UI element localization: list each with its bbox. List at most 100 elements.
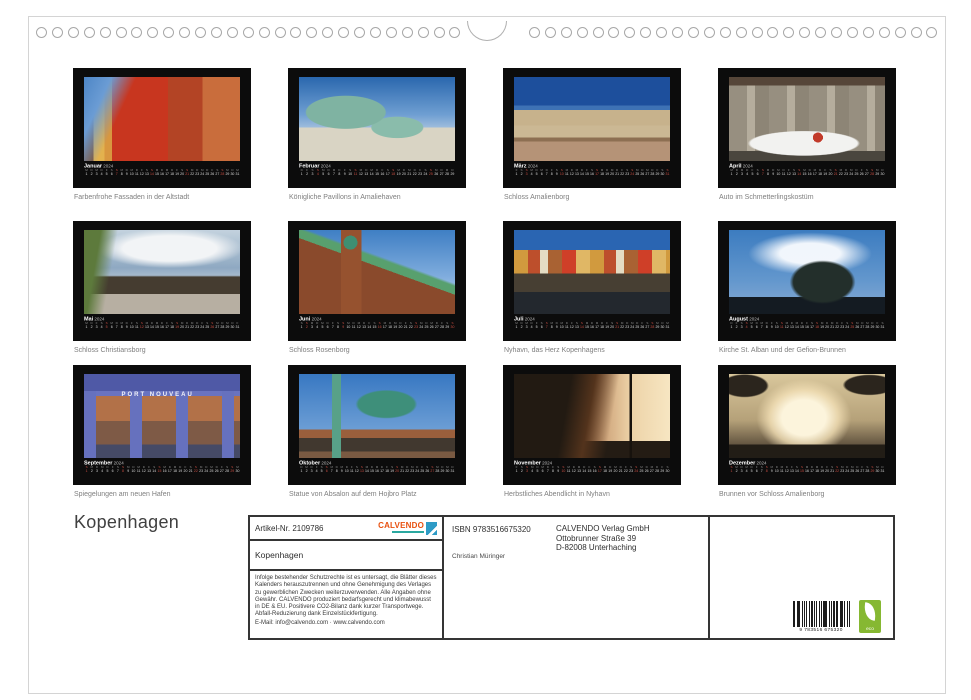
binding-ring [211, 27, 222, 38]
binding-ring [640, 27, 651, 38]
binding-ring [84, 27, 95, 38]
calendar-thumb-2: Februar 2024D1F2S3S4M5D6M7D8F9S10S11M12D… [288, 68, 466, 188]
title-row: Kopenhagen [250, 541, 442, 571]
binding-ring [100, 27, 111, 38]
thumb-photo [299, 77, 455, 161]
publisher-address: CALVENDO Verlag GmbH Ottobrunner Straße … [556, 524, 650, 553]
binding-ring [243, 27, 254, 38]
binding-ring [434, 27, 445, 38]
thumb-photo [729, 77, 885, 161]
calendar-thumb-3: März 2024F1S2S3M4D5M6D7F8S9S10M11D12M13D… [503, 68, 681, 188]
publisher-line: D-82008 Unterhaching [556, 543, 650, 553]
binding-ring [545, 27, 556, 38]
binding-ring [911, 27, 922, 38]
binding-ring [338, 27, 349, 38]
thumb-frame: Februar 2024D1F2S3S4M5D6M7D8F9S10S11M12D… [288, 68, 466, 188]
binding-ring [449, 27, 460, 38]
info-box-right-column: 9 783516 675320 eco [710, 517, 893, 638]
binding-ring [290, 27, 301, 38]
month-year: 2024 [112, 461, 123, 466]
binding-ring [402, 27, 413, 38]
thumb-photo [299, 374, 455, 458]
month-year: 2024 [755, 461, 766, 466]
thumb-photo [84, 77, 240, 161]
thumb-caption: Auto im Schmetterlingskostüm [719, 194, 814, 201]
binding-ring [418, 27, 429, 38]
thumb-frame: März 2024F1S2S3M4D5M6D7F8S9S10M11D12M13D… [503, 68, 681, 188]
binding-ring [354, 27, 365, 38]
thumb-mini-calendar: S1S2M3D4M5D6F7S8S9M10D11M12D13F14S15S16M… [299, 322, 455, 329]
thumb-mini-calendar: M1D2M3D4F5S6S7M8D9M10D11F12S13S14M15D16M… [84, 169, 240, 176]
binding-ring [752, 27, 763, 38]
binding-ring [704, 27, 715, 38]
thumb-frame: August 2024D1F2S3S4M5D6M7D8F9S10S11M12D1… [718, 221, 896, 341]
publisher-line: CALVENDO Verlag GmbH [556, 524, 650, 534]
author-name: Christian Müringer [452, 553, 505, 560]
binding-ring [895, 27, 906, 38]
binding-ring [624, 27, 635, 38]
binding-ring [529, 27, 540, 38]
barcode-number: 9 783516 675320 [800, 628, 843, 633]
calendar-thumb-12: Dezember 2024S1M2D3M4D5F6S7S8M9D10M11D12… [718, 365, 896, 485]
binding-ring [577, 27, 588, 38]
binding-ring [815, 27, 826, 38]
thumb-mini-calendar: D1F2S3S4M5D6M7D8F9S10S11M12D13M14D15F16S… [299, 169, 455, 176]
barcode-block: 9 783516 675320 eco [793, 600, 881, 633]
thumb-photo [299, 230, 455, 314]
binding-ring [306, 27, 317, 38]
month-year: 2024 [527, 164, 538, 169]
thumb-frame: November 2024F1S2S3M4D5M6D7F8S9S10M11D12… [503, 365, 681, 485]
contact-line: E-Mail: info@calvendo.com · www.calvendo… [255, 620, 437, 627]
month-year: 2024 [320, 461, 331, 466]
thumb-mini-calendar: M1D2M3D4F5S6S7M8D9M10D11F12S13S14M15D16M… [514, 322, 670, 329]
month-year: 2024 [742, 164, 753, 169]
barcode: 9 783516 675320 [793, 601, 850, 633]
artikel-number: Artikel-Nr. 2109786 [255, 524, 323, 533]
info-box-left-column: Artikel-Nr. 2109786 CALVENDO Kopenhagen … [250, 517, 444, 638]
calendar-thumb-4: April 2024M1D2M3D4F5S6S7M8D9M10D11F12S13… [718, 68, 896, 188]
calendar-thumb-5: Mai 2024M1D2F3S4S5M6D7M8D9F10S11S12M13D1… [73, 221, 251, 341]
binding-ring [767, 27, 778, 38]
binding-ring [799, 27, 810, 38]
binding-ring [275, 27, 286, 38]
thumb-frame: Juli 2024M1D2M3D4F5S6S7M8D9M10D11F12S13S… [503, 221, 681, 341]
month-year: 2024 [541, 461, 552, 466]
thumb-photo: PORT NOUVEAU [84, 374, 240, 458]
thumb-photo [514, 374, 670, 458]
month-year: 2024 [748, 317, 759, 322]
box-title: Kopenhagen [255, 550, 303, 560]
info-box: Artikel-Nr. 2109786 CALVENDO Kopenhagen … [248, 515, 895, 640]
thumb-caption: Kirche St. Alban und der Gefion-Brunnen [719, 347, 846, 354]
thumb-frame: Januar 2024M1D2M3D4F5S6S7M8D9M10D11F12S1… [73, 68, 251, 188]
thumb-frame: Oktober 2024D1M2D3F4S5S6M7D8M9D10F11S12S… [288, 365, 466, 485]
legal-row: Infolge bestehender Schutzrechte ist es … [250, 571, 442, 638]
legal-text: Infolge bestehender Schutzrechte ist es … [255, 575, 437, 619]
calvendo-tagline-bar [392, 531, 424, 533]
binding-ring [926, 27, 937, 38]
binding-ring [879, 27, 890, 38]
barcode-bars [793, 601, 850, 627]
thumb-photo [729, 374, 885, 458]
binding-ring [736, 27, 747, 38]
calendar-thumb-1: Januar 2024M1D2M3D4F5S6S7M8D9M10D11F12S1… [73, 68, 251, 188]
binding-ring [227, 27, 238, 38]
binding-ring [179, 27, 190, 38]
month-year: 2024 [102, 164, 113, 169]
eco-label: eco [861, 627, 879, 632]
thumb-frame: April 2024M1D2M3D4F5S6S7M8D9M10D11F12S13… [718, 68, 896, 188]
calvendo-brand-text: CALVENDO [378, 522, 424, 530]
eco-icon: eco [859, 600, 881, 633]
binding-ring [831, 27, 842, 38]
binding-ring [386, 27, 397, 38]
thumb-mini-calendar: F1S2S3M4D5M6D7F8S9S10M11D12M13D14F15S16S… [514, 466, 670, 473]
month-year: 2024 [523, 317, 534, 322]
thumb-caption: Schloss Rosenborg [289, 347, 350, 354]
thumb-caption: Farbenfrohe Fassaden in der Altstadt [74, 194, 189, 201]
calendar-thumb-9: PORT NOUVEAUSeptember 2024S1M2D3M4D5F6S7… [73, 365, 251, 485]
calvendo-mark-icon [426, 522, 437, 535]
thumb-photo [514, 230, 670, 314]
month-year: 2024 [93, 317, 104, 322]
thumb-caption: Spiegelungen am neuen Hafen [74, 491, 171, 498]
binding-ring [561, 27, 572, 38]
binding-ring [688, 27, 699, 38]
